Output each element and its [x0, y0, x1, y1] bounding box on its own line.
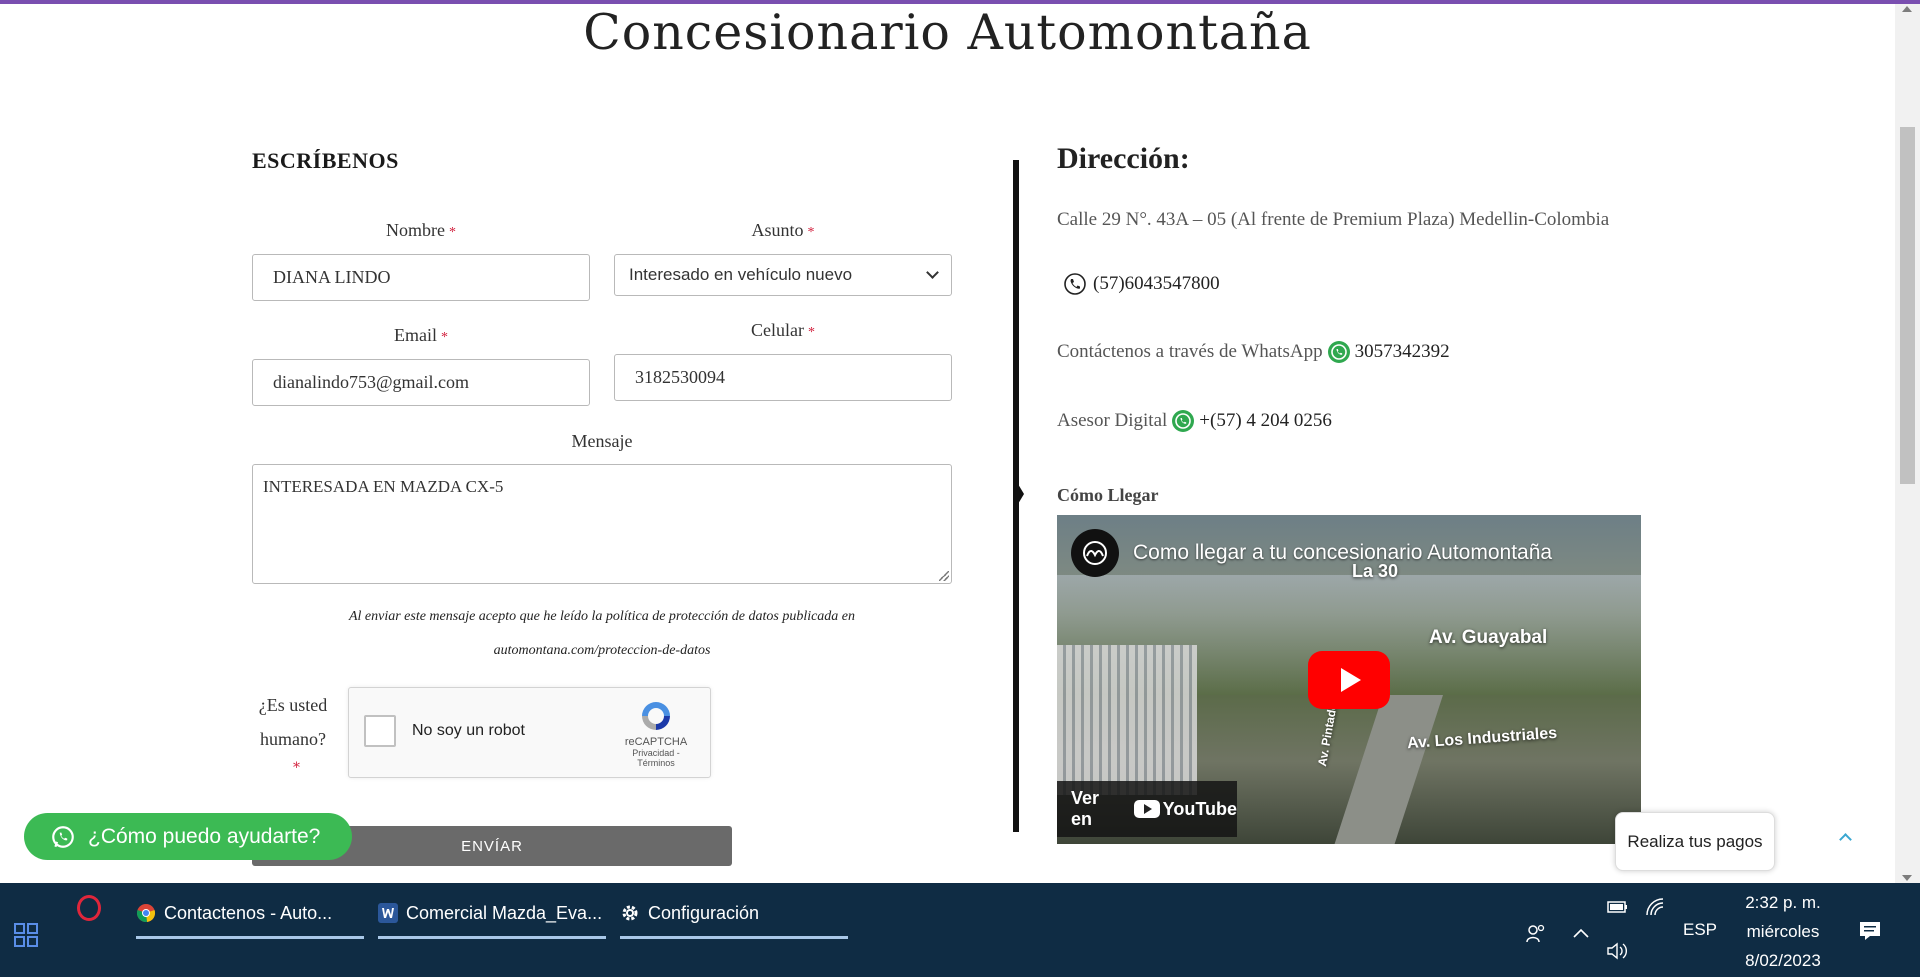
address-title: Dirección: — [1057, 142, 1190, 175]
people-icon[interactable] — [1525, 922, 1547, 944]
chevron-up-icon[interactable] — [1572, 927, 1590, 939]
asunto-select[interactable]: Interesado en vehículo nuevo — [614, 254, 952, 296]
celular-label: Celular * — [751, 320, 815, 340]
address-text: Calle 29 N°. 43A – 05 (Al frente de Prem… — [1057, 209, 1610, 230]
page-title: Concesionario Automontaña — [583, 4, 1312, 61]
page-content: Concesionario Automontaña ESCRÍBENOS Nom… — [0, 4, 1895, 883]
play-button[interactable] — [1308, 651, 1390, 709]
video-title[interactable]: Como llegar a tu concesionario Automonta… — [1133, 541, 1552, 565]
whatsapp-number[interactable]: 3057342392 — [1355, 341, 1450, 363]
language-indicator[interactable]: ESP — [1683, 920, 1717, 940]
video-thumbnail-road — [1331, 695, 1443, 844]
resize-handle[interactable] — [939, 571, 949, 581]
whatsapp-icon[interactable] — [1171, 409, 1195, 433]
opera-icon[interactable] — [77, 895, 101, 921]
asesor-number[interactable]: +(57) 4 204 0256 — [1199, 410, 1332, 432]
watch-on-youtube-button[interactable]: Ver en YouTube — [1057, 781, 1237, 837]
phone-line: (57)6043547800 — [1063, 272, 1220, 296]
asesor-label: Asesor Digital — [1057, 410, 1168, 431]
nombre-label: Nombre * — [386, 220, 456, 240]
youtube-video-embed[interactable]: Como llegar a tu concesionario Automonta… — [1057, 515, 1641, 844]
chevron-down-icon — [926, 266, 939, 279]
email-field[interactable]: dianalindo753@gmail.com — [252, 359, 590, 406]
whatsapp-icon — [52, 825, 74, 848]
mensaje-textarea[interactable]: INTERESADA EN MAZDA CX-5 — [252, 464, 952, 584]
mazda-channel-icon[interactable] — [1071, 529, 1119, 577]
word-icon — [378, 903, 398, 923]
phone-icon — [1064, 273, 1086, 295]
taskbar-app-chrome[interactable]: Contactenos - Auto... — [136, 895, 364, 939]
task-view-icon[interactable] — [14, 923, 38, 947]
privacy-link[interactable]: automontana.com/proteccion-de-datos — [252, 634, 952, 668]
asesor-line: Asesor Digital +(57) 4 204 0256 — [1057, 409, 1332, 433]
asunto-label: Asunto * — [751, 220, 815, 240]
vertical-scrollbar[interactable] — [1895, 4, 1920, 883]
payments-button[interactable]: Realiza tus pagos — [1615, 812, 1775, 871]
whatsapp-icon[interactable] — [1327, 340, 1351, 364]
human-required-mark: * — [293, 760, 300, 776]
scroll-to-top-icon[interactable] — [1839, 833, 1852, 846]
whatsapp-label: Contáctenos a través de WhatsApp — [1057, 341, 1323, 362]
phone-number[interactable]: (57)6043547800 — [1093, 273, 1220, 295]
nombre-input[interactable]: DIANA LINDO — [252, 254, 590, 301]
video-title-row: Como llegar a tu concesionario Automonta… — [1071, 529, 1627, 577]
wifi-icon[interactable] — [1645, 897, 1667, 917]
divider-notch — [1018, 484, 1024, 504]
email-label: Email * — [394, 325, 448, 345]
recaptcha-terms-link[interactable]: Privacidad - Términos — [616, 748, 696, 768]
recaptcha-checkbox[interactable] — [364, 715, 396, 747]
how-to-get-label: Cómo Llegar — [1057, 485, 1159, 505]
video-thumbnail-building — [1057, 645, 1197, 795]
recaptcha-widget: No soy un robot reCAPTCHA Privacidad - T… — [348, 687, 711, 778]
video-tag-guayabal: Av. Guayabal — [1429, 627, 1548, 648]
video-tag-la30: La 30 — [1352, 561, 1399, 581]
form-heading: ESCRÍBENOS — [252, 148, 399, 173]
taskbar-clock[interactable]: 2:32 p. m. miércoles 8/02/2023 — [1735, 888, 1831, 975]
recaptcha-icon — [642, 702, 670, 730]
whatsapp-chat-button[interactable]: ¿Cómo puedo ayudarte? — [24, 813, 352, 860]
play-icon — [1341, 668, 1361, 692]
gear-icon — [622, 905, 638, 921]
whatsapp-line: Contáctenos a través de WhatsApp 3057342… — [1057, 340, 1450, 364]
notifications-icon[interactable] — [1858, 919, 1882, 943]
privacy-notice: Al enviar este mensaje acepto que he leí… — [252, 600, 952, 668]
human-question: ¿Es usted humano? — [258, 695, 328, 749]
volume-icon[interactable] — [1606, 941, 1628, 961]
taskbar-app-settings[interactable]: Configuración — [620, 895, 848, 939]
taskbar-app-word[interactable]: Comercial Mazda_Eva... — [378, 895, 606, 939]
mensaje-label: Mensaje — [571, 431, 633, 451]
youtube-logo-icon: YouTube — [1133, 799, 1237, 820]
recaptcha-logo: reCAPTCHA Privacidad - Términos — [616, 698, 696, 768]
chrome-icon — [136, 904, 156, 923]
recaptcha-brand: reCAPTCHA — [624, 736, 688, 748]
celular-input[interactable]: 3182530094 — [614, 354, 952, 401]
scroll-down-arrow[interactable] — [1902, 875, 1912, 881]
battery-icon[interactable] — [1607, 899, 1629, 915]
scrollbar-thumb[interactable] — [1900, 127, 1915, 484]
recaptcha-label: No soy un robot — [412, 722, 525, 739]
scroll-up-arrow[interactable] — [1902, 6, 1912, 12]
windows-taskbar: Contactenos - Auto... Comercial Mazda_Ev… — [0, 883, 1920, 977]
